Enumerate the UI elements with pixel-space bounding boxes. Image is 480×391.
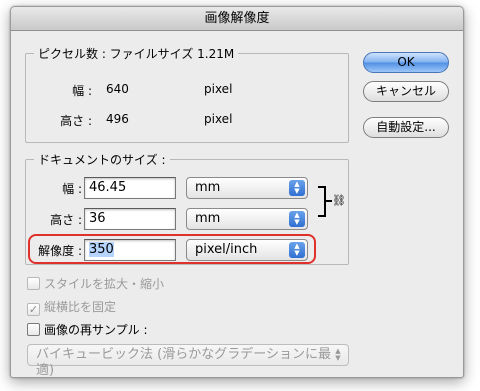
doc-height-unit: mm xyxy=(195,211,221,226)
checkmark-icon: ✓ xyxy=(27,303,40,316)
pixel-height-label: 高さ : xyxy=(60,114,92,128)
pixel-width-unit: pixel xyxy=(204,82,233,96)
document-size-legend: ドキュメントのサイズ : xyxy=(34,151,170,168)
doc-height-field[interactable]: 36 xyxy=(84,208,176,230)
resolution-unit-select[interactable]: pixel/inch ▲ ▼ xyxy=(186,239,308,261)
image-size-dialog: 画像解像度 ピクセル数 : ファイルサイズ 1.21M 幅 : 640 pixe… xyxy=(10,6,464,378)
chain-link-icon: ⛓ xyxy=(332,194,346,207)
dialog-title: 画像解像度 xyxy=(11,7,463,31)
pixel-height-unit: pixel xyxy=(204,112,233,126)
doc-height-value: 36 xyxy=(89,211,106,226)
pixel-height-value: 496 xyxy=(106,112,129,126)
constrain-proportions-label: 縦横比を固定 xyxy=(44,300,117,314)
resolution-label: 解像度 : xyxy=(38,244,82,258)
doc-width-unit-select[interactable]: mm ▲ ▼ xyxy=(186,177,308,199)
resample-method-select[interactable]: バイキュービック法 (滑らかなグラデーションに最適) ▲ ▼ xyxy=(27,344,349,377)
resample-method-value: バイキュービック法 (滑らかなグラデーションに最適) xyxy=(36,347,331,378)
pixel-width-value: 640 xyxy=(106,82,129,96)
resolution-value: 350 xyxy=(89,242,114,257)
document-size-group: ドキュメントのサイズ : 幅 : 46.45 mm ▲ ▼ 高さ : 36 mm … xyxy=(25,151,349,265)
updown-arrows-icon: ▲ ▼ xyxy=(289,242,305,258)
resample-label: 画像の再サンプル : xyxy=(44,323,148,337)
auto-button[interactable]: 自動設定... xyxy=(363,117,449,138)
pixel-width-label: 幅 : xyxy=(72,84,92,98)
pixel-dimensions-group: ピクセル数 : ファイルサイズ 1.21M 幅 : 640 pixel 高さ :… xyxy=(25,45,349,143)
checkbox-box xyxy=(27,323,40,336)
constrain-bracket xyxy=(318,186,326,217)
scale-styles-checkbox[interactable]: スタイルを拡大・縮小 xyxy=(27,275,164,292)
doc-width-value: 46.45 xyxy=(89,180,127,195)
resolution-field[interactable]: 350 xyxy=(84,239,176,261)
doc-width-unit: mm xyxy=(195,180,221,195)
checkbox-box xyxy=(27,277,40,290)
doc-width-label: 幅 : xyxy=(62,182,82,196)
updown-arrows-icon: ▲ ▼ xyxy=(289,180,305,196)
constrain-proportions-checkbox[interactable]: ✓ 縦横比を固定 xyxy=(27,298,116,316)
scale-styles-label: スタイルを拡大・縮小 xyxy=(44,277,165,291)
doc-height-label: 高さ : xyxy=(50,213,82,227)
cancel-button[interactable]: キャンセル xyxy=(363,81,449,102)
updown-arrows-icon: ▲ ▼ xyxy=(335,347,341,362)
resample-checkbox[interactable]: 画像の再サンプル : xyxy=(27,321,148,338)
doc-height-unit-select[interactable]: mm ▲ ▼ xyxy=(186,208,308,230)
resolution-unit: pixel/inch xyxy=(195,242,258,257)
doc-width-field[interactable]: 46.45 xyxy=(84,177,176,199)
updown-arrows-icon: ▲ ▼ xyxy=(289,211,305,227)
pixel-dimensions-legend: ピクセル数 : ファイルサイズ 1.21M xyxy=(34,45,239,62)
ok-button[interactable]: OK xyxy=(363,52,449,73)
